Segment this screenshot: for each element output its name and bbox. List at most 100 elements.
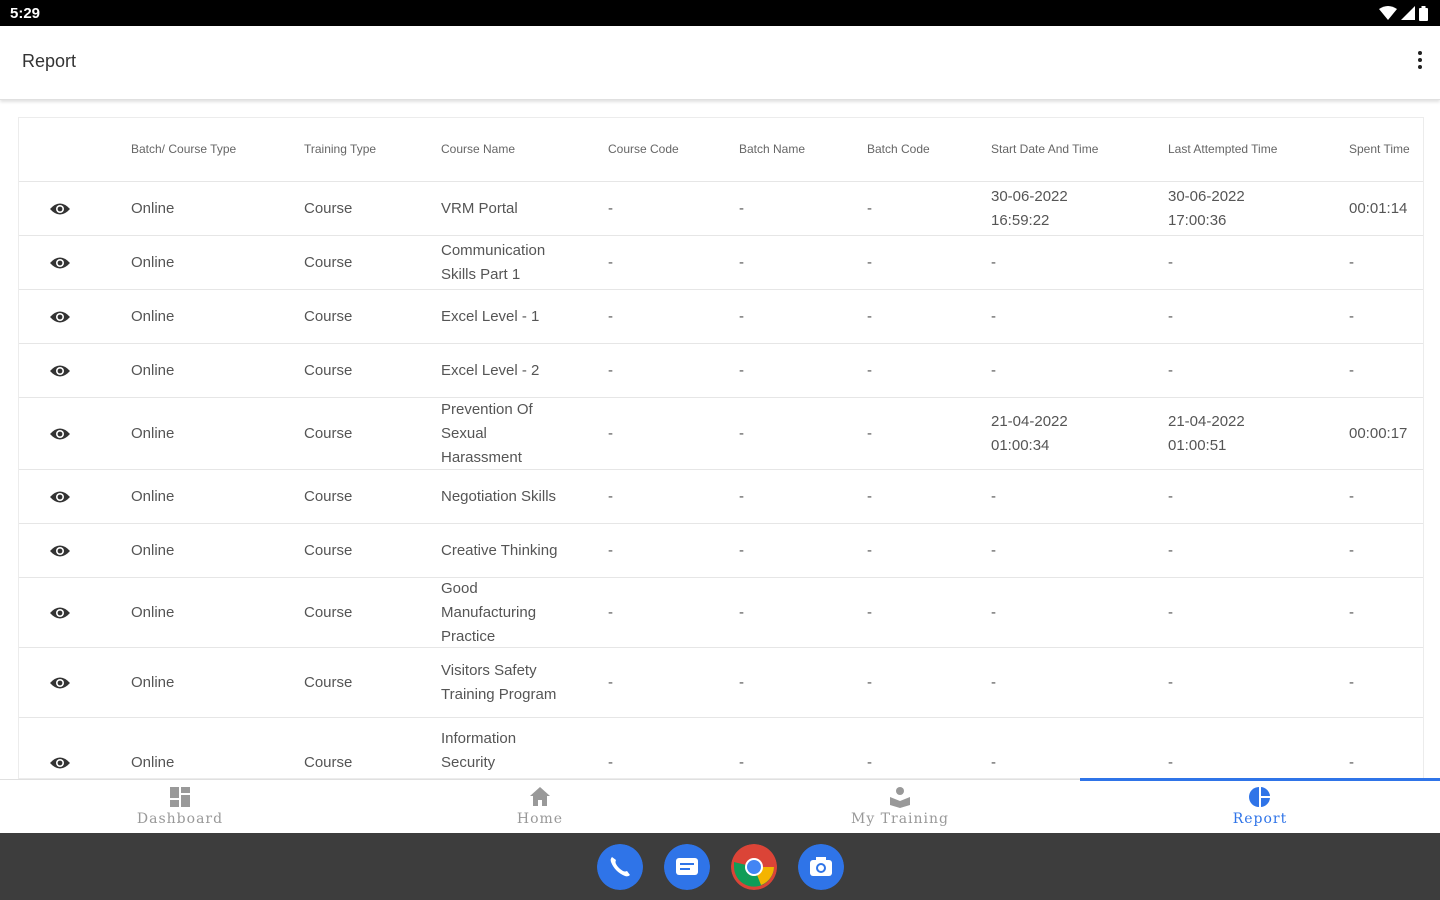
table-row[interactable]: Online Course VRM Portal - - - 30-06-2022 16:5…: [19, 182, 1423, 236]
eye-icon[interactable]: [49, 427, 71, 441]
course-name-cell: Prevention Of Sexual Harassment: [441, 400, 533, 466]
start-time-cell: -: [991, 307, 996, 325]
start-time-cell: -: [991, 487, 996, 505]
dashboard-icon: [170, 787, 190, 807]
training-type-cell: Course: [304, 541, 353, 559]
eye-icon[interactable]: [49, 544, 71, 558]
nav-item-my-training[interactable]: My Training: [720, 780, 1080, 834]
header-course-code: Course Code: [608, 142, 679, 156]
header-spent-time: Spent Time: [1349, 142, 1410, 156]
eye-icon[interactable]: [49, 202, 71, 216]
start-time-cell: 30-06-2022 16:59:22: [991, 187, 1068, 229]
view-cell: [49, 398, 79, 469]
start-time-cell: -: [991, 603, 996, 621]
eye-icon[interactable]: [49, 310, 71, 324]
spent-time-cell: 00:01:14: [1349, 199, 1408, 217]
eye-icon[interactable]: [49, 364, 71, 378]
view-cell: [49, 718, 79, 778]
table-row[interactable]: Online Course Excel Level - 2 - - - - - -: [19, 344, 1423, 398]
table-row[interactable]: Online Course Good Manufacturing Practice -…: [19, 578, 1423, 648]
course-code-cell: -: [608, 541, 613, 559]
training-type-cell: Course: [304, 603, 353, 621]
header-training-type: Training Type: [304, 142, 377, 156]
last-attempted-cell: -: [1168, 541, 1173, 559]
last-attempted-cell: -: [1168, 361, 1173, 379]
course-code-cell: -: [608, 199, 613, 217]
bottom-navigation: Dashboard Home My Training Report: [0, 778, 1440, 834]
eye-icon[interactable]: [49, 606, 71, 620]
nav-label-report: Report: [1232, 811, 1288, 827]
course-code-cell: -: [608, 603, 613, 621]
start-time-cell: -: [991, 541, 996, 559]
nav-item-dashboard[interactable]: Dashboard: [0, 780, 360, 834]
chrome-app-icon[interactable]: [731, 844, 777, 890]
view-cell: [49, 648, 79, 717]
spent-time-cell: -: [1349, 253, 1354, 271]
course-code-cell: -: [608, 253, 613, 271]
header-batch-course-type: Batch/ Course Type: [131, 142, 237, 156]
training-type-cell: Course: [304, 424, 353, 442]
status-icons: [1379, 5, 1428, 21]
type-cell: Online: [131, 424, 175, 442]
header-batch-code: Batch Code: [867, 142, 930, 156]
type-cell: Online: [131, 487, 175, 505]
eye-icon[interactable]: [49, 756, 71, 770]
report-table: Batch/ Course Type Training Type Course Na…: [18, 117, 1424, 779]
course-code-cell: -: [608, 424, 613, 442]
type-cell: Online: [131, 541, 175, 559]
last-attempted-cell: 21-04-2022 01:00:51: [1168, 412, 1245, 454]
batch-code-cell: -: [867, 361, 872, 379]
start-time-cell: -: [991, 753, 996, 771]
table-row[interactable]: Online Course Visitors Safety Training Pro…: [19, 648, 1423, 718]
course-name-cell: Creative Thinking: [441, 541, 558, 559]
table-row[interactable]: Online Course Communication Skills Part 1 -…: [19, 236, 1423, 290]
batch-name-cell: -: [739, 307, 744, 325]
batch-name-cell: -: [739, 424, 744, 442]
eye-icon[interactable]: [49, 490, 71, 504]
cellular-signal-icon: [1401, 6, 1415, 20]
course-name-cell: Excel Level - 2: [441, 361, 540, 379]
view-cell: [49, 524, 79, 577]
table-row[interactable]: Online Course Creative Thinking - - - - - -: [19, 524, 1423, 578]
batch-code-cell: -: [867, 753, 872, 771]
batch-name-cell: -: [739, 199, 744, 217]
spent-time-cell: -: [1349, 753, 1354, 771]
spent-time-cell: -: [1349, 673, 1354, 691]
spent-time-cell: 00:00:17: [1349, 424, 1408, 442]
eye-icon[interactable]: [49, 676, 71, 690]
table-row[interactable]: Online Course Excel Level - 1 - - - - - -: [19, 290, 1423, 344]
system-dock: [0, 833, 1440, 900]
training-type-cell: Course: [304, 199, 353, 217]
batch-code-cell: -: [867, 487, 872, 505]
last-attempted-cell: -: [1168, 307, 1173, 325]
nav-label-my-training: My Training: [850, 811, 950, 827]
overflow-menu-icon[interactable]: [1412, 48, 1428, 78]
course-code-cell: -: [608, 361, 613, 379]
messages-app-icon[interactable]: [664, 844, 710, 890]
course-name-cell: VRM Portal: [441, 199, 518, 217]
batch-code-cell: -: [867, 673, 872, 691]
app-bar: Report: [0, 26, 1440, 100]
table-row[interactable]: Online Course Prevention Of Sexual Harassm…: [19, 398, 1423, 470]
batch-name-cell: -: [739, 253, 744, 271]
start-time-cell: -: [991, 673, 996, 691]
table-row[interactable]: Online Course Information Security Managem…: [19, 718, 1423, 778]
batch-name-cell: -: [739, 673, 744, 691]
view-cell: [49, 182, 79, 235]
batch-code-cell: -: [867, 541, 872, 559]
table-row[interactable]: Online Course Negotiation Skills - - - - - -: [19, 470, 1423, 524]
nav-item-report[interactable]: Report: [1080, 780, 1440, 834]
nav-item-home[interactable]: Home: [360, 780, 720, 834]
camera-app-icon[interactable]: [798, 844, 844, 890]
type-cell: Online: [131, 673, 175, 691]
view-cell: [49, 290, 79, 343]
phone-app-icon[interactable]: [597, 844, 643, 890]
last-attempted-cell: -: [1168, 253, 1173, 271]
header-start-date: Start Date And Time: [991, 142, 1099, 156]
batch-code-cell: -: [867, 603, 872, 621]
nav-label-dashboard: Dashboard: [136, 811, 224, 827]
training-type-cell: Course: [304, 253, 353, 271]
course-name-cell: Good Manufacturing Practice: [441, 579, 537, 645]
eye-icon[interactable]: [49, 256, 71, 270]
training-type-cell: Course: [304, 361, 353, 379]
